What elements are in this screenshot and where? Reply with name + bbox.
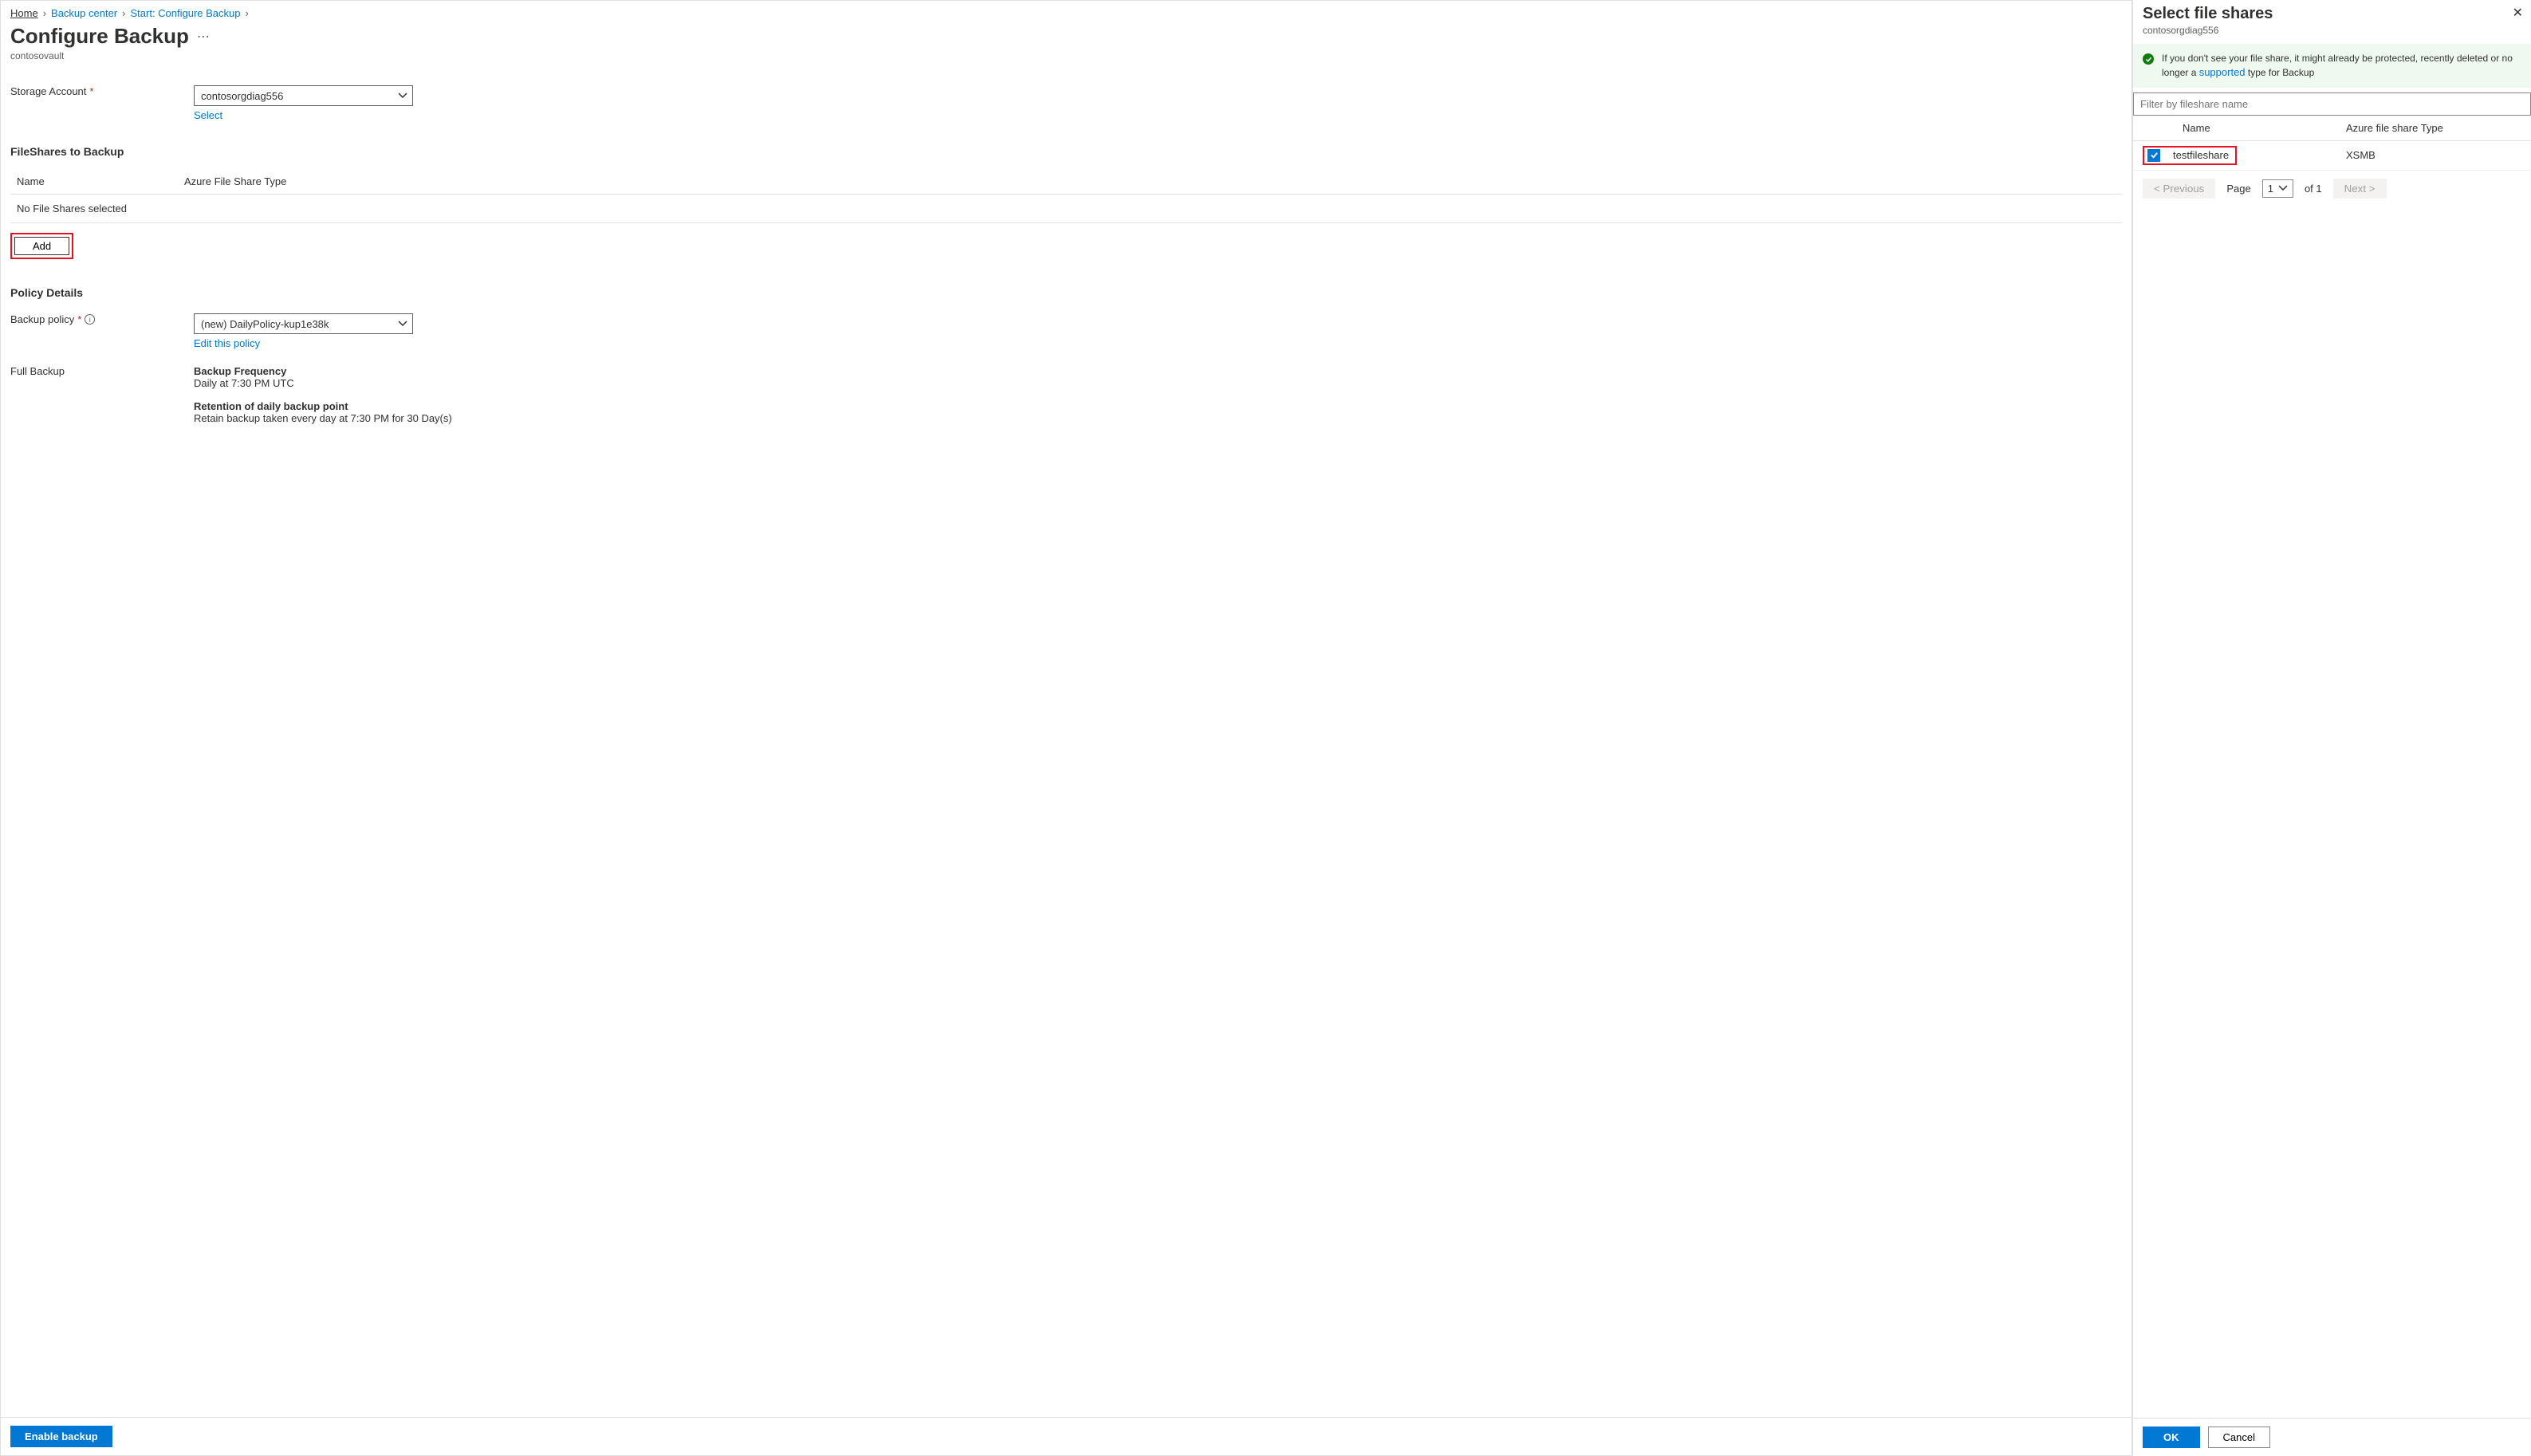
banner-text-post: type for Backup [2248,67,2314,78]
info-banner: If you don't see your file share, it mig… [2133,44,2531,88]
storage-select-link[interactable]: Select [194,109,413,121]
backup-frequency-title: Backup Frequency [194,365,452,377]
fileshare-type: XSMB [2346,149,2521,161]
backup-policy-value: (new) DailyPolicy-kup1e38k [201,318,329,330]
page-label: Page [2226,183,2250,195]
policy-details-heading: Policy Details [10,286,2122,299]
breadcrumb-start-configure[interactable]: Start: Configure Backup [130,7,240,19]
fileshare-row[interactable]: testfileshare XSMB [2133,141,2531,171]
enable-backup-button[interactable]: Enable backup [10,1426,112,1447]
fileshare-name: testfileshare [2173,149,2229,161]
retention-title: Retention of daily backup point [194,400,452,412]
close-icon[interactable]: ✕ [2513,5,2523,21]
edit-policy-link[interactable]: Edit this policy [194,337,413,349]
banner-supported-link[interactable]: supported [2199,66,2246,78]
fileshares-empty-row: No File Shares selected [10,195,2122,223]
retention-value: Retain backup taken every day at 7:30 PM… [194,412,452,424]
panel-footer: OK Cancel [2133,1418,2531,1456]
main-footer: Enable backup [1,1417,2131,1455]
chevron-down-icon [2278,183,2288,193]
chevron-right-icon: › [43,7,46,19]
page-subtitle: contosovault [10,50,2122,61]
panel-title: Select file shares [2143,5,2521,23]
full-backup-label: Full Backup [10,365,194,424]
breadcrumb: Home › Backup center › Start: Configure … [10,7,2122,19]
add-button[interactable]: Add [14,237,69,255]
fileshares-heading: FileShares to Backup [10,145,2122,158]
panel-col-type: Azure file share Type [2346,122,2521,134]
backup-policy-dropdown[interactable]: (new) DailyPolicy-kup1e38k [194,313,413,334]
page-select[interactable]: 1 [2262,179,2293,198]
callout-highlight: testfileshare [2143,146,2237,165]
page-of-label: of 1 [2305,183,2322,195]
more-actions-icon[interactable]: ⋯ [197,29,210,45]
ok-button[interactable]: OK [2143,1426,2200,1448]
breadcrumb-home[interactable]: Home [10,7,38,19]
filter-fileshare-input[interactable] [2133,92,2531,116]
backup-frequency-value: Daily at 7:30 PM UTC [194,377,452,389]
breadcrumb-backup-center[interactable]: Backup center [51,7,117,19]
fileshares-col-type: Azure File Share Type [184,175,286,187]
next-button[interactable]: Next > [2333,179,2387,199]
pagination: < Previous Page 1 of 1 Next > [2133,171,2531,207]
fileshares-table: Name Azure File Share Type No File Share… [10,169,2122,223]
chevron-down-icon [398,91,407,100]
storage-account-value: contosorgdiag556 [201,90,283,102]
panel-subtitle: contosorgdiag556 [2143,25,2521,36]
backup-policy-label: Backup policy* i [10,313,194,325]
storage-account-dropdown[interactable]: contosorgdiag556 [194,85,413,106]
previous-button[interactable]: < Previous [2143,179,2215,199]
check-circle-icon [2143,53,2154,65]
chevron-right-icon: › [246,7,249,19]
cancel-button[interactable]: Cancel [2208,1426,2270,1448]
info-icon[interactable]: i [85,314,95,325]
select-fileshares-panel: Select file shares contosorgdiag556 ✕ If… [2132,0,2531,1456]
chevron-right-icon: › [122,7,125,19]
fileshare-table-header: Name Azure file share Type [2133,116,2531,141]
fileshares-col-name: Name [17,175,184,187]
main-panel: Home › Backup center › Start: Configure … [0,0,2132,1456]
panel-col-name: Name [2183,122,2346,134]
fileshare-checkbox[interactable] [2147,149,2160,162]
callout-highlight: Add [10,233,73,259]
chevron-down-icon [398,319,407,329]
page-title: Configure Backup [10,24,189,49]
storage-account-label: Storage Account* [10,85,194,97]
